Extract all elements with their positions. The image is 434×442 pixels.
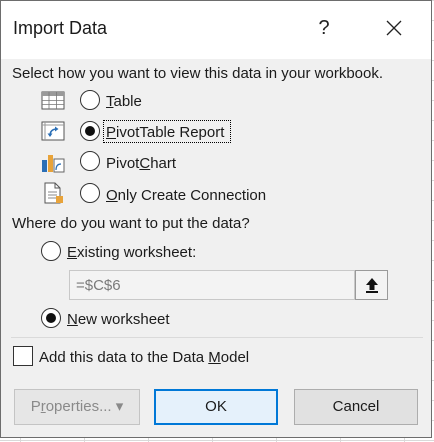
pivottable-option-label[interactable]: PivotTable Report <box>106 124 224 141</box>
location-prompt: Where do you want to put the data? <box>12 215 250 232</box>
table-option-label[interactable]: Table <box>106 93 142 110</box>
pivottable-radio[interactable] <box>80 121 100 141</box>
dropdown-arrow-icon: ▾ <box>115 398 124 415</box>
pivottable-icon <box>41 121 65 141</box>
data-model-checkbox[interactable] <box>13 346 33 366</box>
data-model-label[interactable]: Add this data to the Data Model <box>39 349 249 366</box>
help-button[interactable]: ? <box>309 13 339 43</box>
close-icon <box>386 20 402 36</box>
separator <box>11 337 423 338</box>
ok-button[interactable]: OK <box>154 389 278 425</box>
pivotchart-option-label[interactable]: PivotChart <box>106 155 176 172</box>
close-button[interactable] <box>371 13 417 43</box>
new-worksheet-radio[interactable] <box>41 308 61 328</box>
new-worksheet-label[interactable]: New worksheet <box>67 311 170 328</box>
reference-input[interactable]: =$C$6 <box>69 270 355 300</box>
table-icon <box>41 91 65 110</box>
cancel-button[interactable]: Cancel <box>294 389 418 425</box>
dialog-titlebar: Import Data ? <box>1 1 431 59</box>
collapse-arrow-icon <box>366 278 378 293</box>
table-radio[interactable] <box>80 90 100 110</box>
view-prompt: Select how you want to view this data in… <box>12 65 384 82</box>
collapse-dialog-button[interactable] <box>355 270 388 300</box>
import-data-dialog: Import Data ? Select how you want to vie… <box>0 0 432 438</box>
existing-worksheet-label[interactable]: Existing worksheet: <box>67 244 196 261</box>
pivotchart-radio[interactable] <box>80 151 100 171</box>
dialog-title: Import Data <box>13 18 108 38</box>
connection-option-label[interactable]: Only Create Connection <box>106 187 266 204</box>
existing-worksheet-radio[interactable] <box>41 241 61 261</box>
connection-icon <box>44 182 63 204</box>
properties-button[interactable]: Properties... ▾ <box>14 389 140 425</box>
connection-radio[interactable] <box>80 183 100 203</box>
pivotchart-icon <box>42 155 65 173</box>
